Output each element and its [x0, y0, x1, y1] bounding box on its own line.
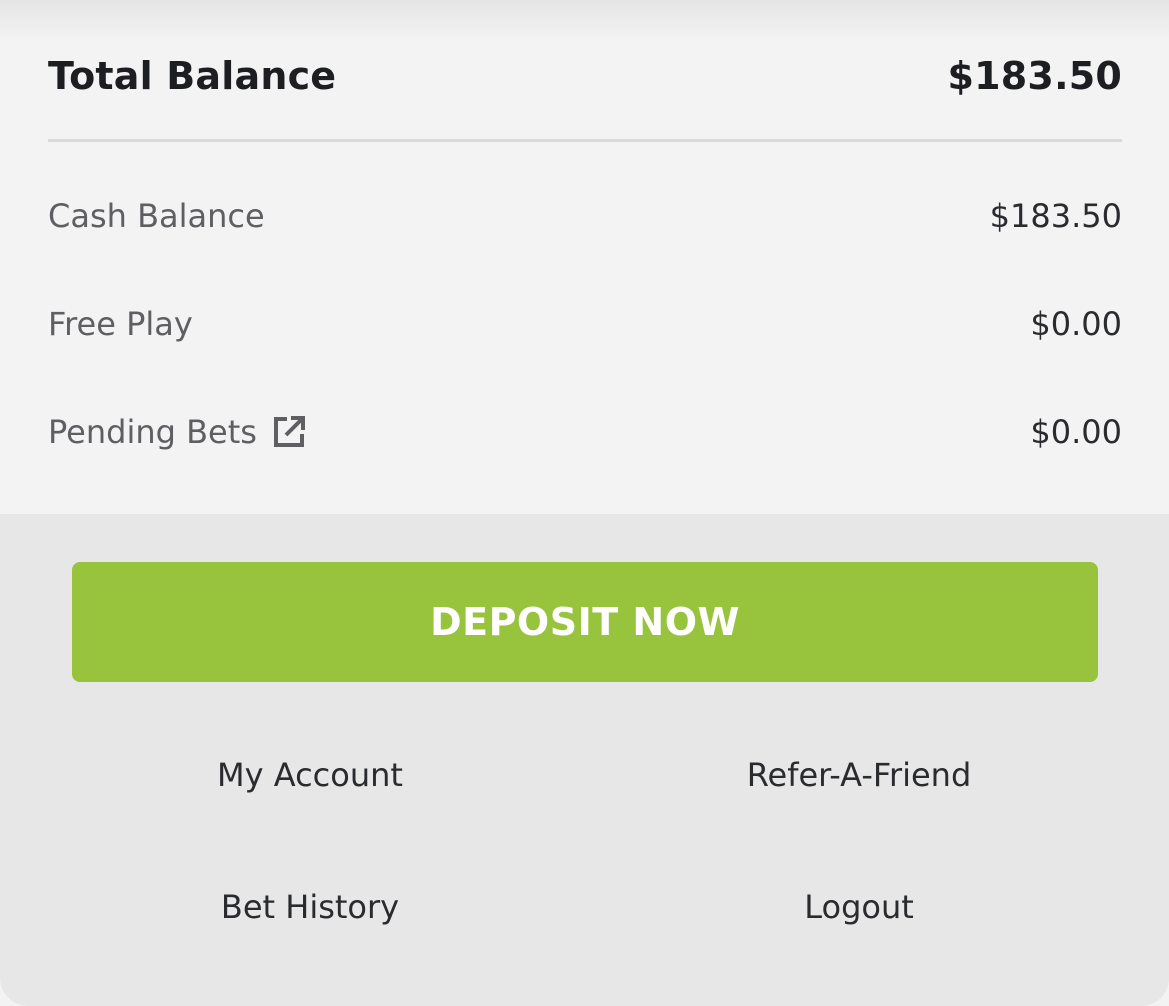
pending-bets-link[interactable]: Pending Bets	[48, 413, 307, 451]
logout-link[interactable]: Logout	[609, 888, 1109, 926]
my-account-link[interactable]: My Account	[60, 756, 560, 794]
refer-a-friend-link[interactable]: Refer-A-Friend	[609, 756, 1109, 794]
cash-balance-value: $183.50	[989, 197, 1122, 235]
cash-balance-label: Cash Balance	[48, 197, 265, 235]
total-balance-label: Total Balance	[48, 54, 337, 98]
free-play-label: Free Play	[48, 305, 193, 343]
deposit-now-button[interactable]: DEPOSIT NOW	[72, 562, 1098, 682]
external-link-icon[interactable]	[271, 414, 307, 450]
actions-section: DEPOSIT NOW My Account Refer-A-Friend Be…	[0, 514, 1169, 1006]
divider	[48, 139, 1122, 142]
cash-balance-row: Cash Balance $183.50	[48, 186, 1122, 246]
free-play-row: Free Play $0.00	[48, 294, 1122, 354]
account-balance-panel: Total Balance $183.50 Cash Balance $183.…	[0, 0, 1169, 1006]
total-balance-row: Total Balance $183.50	[48, 44, 1122, 108]
pending-bets-row[interactable]: Pending Bets $0.00	[48, 402, 1122, 462]
free-play-value: $0.00	[1030, 305, 1122, 343]
pending-bets-label: Pending Bets	[48, 413, 257, 451]
total-balance-value: $183.50	[947, 54, 1122, 98]
pending-bets-value: $0.00	[1030, 413, 1122, 451]
bet-history-link[interactable]: Bet History	[60, 888, 560, 926]
top-shadow	[0, 0, 1169, 40]
balance-section: Total Balance $183.50 Cash Balance $183.…	[0, 0, 1169, 514]
